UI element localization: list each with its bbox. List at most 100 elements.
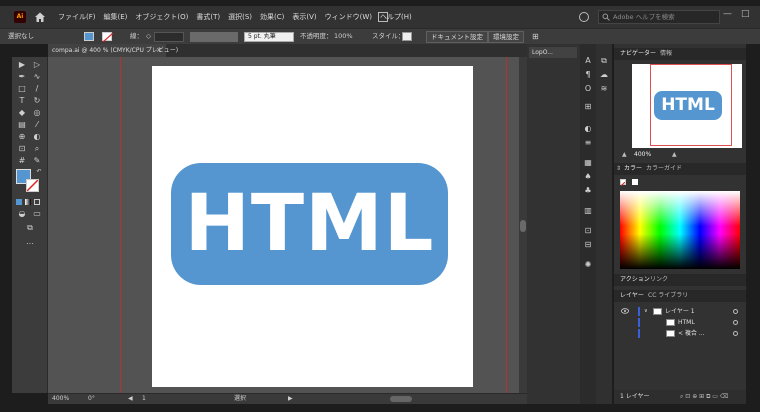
- artboard[interactable]: HTML: [152, 66, 473, 387]
- document-tab[interactable]: compa.ai @ 400 % (CMYK/CPU プレビュー): [48, 44, 178, 57]
- minimize-button[interactable]: —: [723, 9, 732, 19]
- layers-tab[interactable]: レイヤー: [620, 290, 644, 302]
- account-icon[interactable]: [579, 12, 589, 22]
- navigator-tab[interactable]: ナビゲーター: [620, 48, 656, 60]
- layers-footer-icons[interactable]: ⌕ ⊡ ⊕ ⊞ ⧉ ▭ ⌫: [680, 390, 728, 404]
- color-mode-icon[interactable]: [16, 199, 22, 205]
- swatches-panel-icon[interactable]: ▦: [583, 158, 593, 168]
- screen-mode-icon[interactable]: ▭: [32, 209, 42, 219]
- color-tab[interactable]: カラー: [624, 163, 642, 175]
- menu-edit[interactable]: 編集(E): [100, 6, 132, 28]
- layer-row[interactable]: ∨ レイヤー 1: [614, 306, 746, 317]
- blend-tool-icon[interactable]: ✎: [32, 156, 42, 166]
- menu-window[interactable]: ウィンドウ(W): [321, 6, 376, 28]
- artboard-tool-icon[interactable]: ⊡: [17, 144, 27, 154]
- artboard-number[interactable]: 1: [142, 394, 146, 404]
- horizontal-scroll-thumb[interactable]: [390, 396, 412, 402]
- expand-chevron-icon[interactable]: ∨: [644, 306, 648, 317]
- gradient-mode-icon[interactable]: [25, 199, 31, 205]
- variable-width-dropdown[interactable]: [190, 32, 238, 42]
- html-logo-shape[interactable]: HTML: [171, 163, 448, 285]
- gradient-tool-icon[interactable]: ▤: [17, 120, 27, 130]
- shape-builder-tool-icon[interactable]: ⊕: [17, 132, 27, 142]
- navigator-zoom-value[interactable]: 400%: [634, 150, 651, 160]
- actions-tab[interactable]: アクション: [620, 274, 650, 286]
- maximize-button[interactable]: □: [741, 9, 750, 19]
- color-guide-tab[interactable]: カラーガイド: [646, 163, 682, 175]
- color-white-swatch[interactable]: [632, 179, 638, 185]
- type-tool-icon[interactable]: T: [17, 96, 27, 106]
- panel-collapse-icon[interactable]: ⇕: [616, 163, 621, 175]
- color-none-swatch[interactable]: [620, 179, 626, 187]
- document-settings-button[interactable]: ドキュメント設定: [426, 31, 488, 43]
- paragraph-panel-icon[interactable]: ¶: [583, 70, 593, 80]
- selection-tool-icon[interactable]: ▶: [17, 60, 27, 70]
- paintbrush-tool-icon[interactable]: /: [32, 84, 42, 94]
- stroke-swatch[interactable]: [102, 32, 114, 43]
- opacity-value[interactable]: 100%: [334, 29, 353, 44]
- libraries-tab[interactable]: CC ライブラリ: [648, 290, 688, 302]
- canvas[interactable]: HTML: [48, 57, 519, 393]
- pen-tool-icon[interactable]: ✒: [17, 72, 27, 82]
- adjust-panel-icon[interactable]: ≋: [599, 84, 609, 94]
- target-circle-icon[interactable]: [733, 309, 738, 314]
- curvature-tool-icon[interactable]: ∿: [32, 72, 42, 82]
- menu-type[interactable]: 書式(T): [192, 6, 224, 28]
- status-arrow-icon[interactable]: ▶: [288, 394, 293, 404]
- transform-panel-icon[interactable]: ⊞: [583, 102, 593, 112]
- libraries-panel-icon[interactable]: ☁: [599, 70, 609, 80]
- none-mode-icon[interactable]: [34, 199, 40, 205]
- preferences-button[interactable]: 環境設定: [488, 31, 524, 43]
- links-tab[interactable]: リンク: [650, 274, 668, 286]
- layer-row[interactable]: HTML: [614, 317, 746, 328]
- character-panel-icon[interactable]: A: [583, 56, 593, 66]
- menu-effect[interactable]: 効果(C): [256, 6, 288, 28]
- fill-swatch[interactable]: [84, 32, 94, 41]
- more-tools-icon[interactable]: …: [25, 237, 35, 247]
- gradient-panel-icon[interactable]: ▥: [583, 206, 593, 216]
- eyedropper-tool-icon[interactable]: ⁄: [32, 120, 42, 130]
- artboards-panel-icon[interactable]: ⊡: [583, 226, 593, 236]
- swap-colors-icon[interactable]: ↶: [34, 167, 44, 177]
- live-paint-tool-icon[interactable]: ◐: [32, 132, 42, 142]
- direct-selection-tool-icon[interactable]: ▷: [32, 60, 42, 70]
- symbols-panel-icon[interactable]: ♣: [583, 186, 593, 196]
- layer-row[interactable]: < 複合 ...: [614, 328, 746, 339]
- change-screen-mode-icon[interactable]: ⧉: [25, 223, 35, 233]
- menu-select[interactable]: 選択(S): [224, 6, 256, 28]
- properties-panel-icon[interactable]: ⧉: [599, 56, 609, 66]
- brushes-panel-icon[interactable]: ♠: [583, 172, 593, 182]
- appearance-panel-icon[interactable]: ◐: [583, 124, 593, 134]
- workspace-switcher-icon[interactable]: [378, 12, 388, 22]
- stroke-stepper[interactable]: ◇: [146, 29, 151, 44]
- target-circle-icon[interactable]: [733, 331, 738, 336]
- stroke-panel-icon[interactable]: ≡: [583, 138, 593, 148]
- lopo-panel-tab[interactable]: LopO...: [529, 47, 577, 58]
- info-tab[interactable]: 情報: [660, 48, 672, 60]
- draw-mode-icon[interactable]: ◒: [17, 209, 27, 219]
- rotate-tool-icon[interactable]: ↻: [32, 96, 42, 106]
- color-spectrum[interactable]: [620, 191, 740, 269]
- menu-file[interactable]: ファイル(F): [54, 6, 100, 28]
- zoom-in-icon[interactable]: ▲: [672, 150, 677, 160]
- zoom-tool-icon[interactable]: ⌕: [32, 144, 42, 154]
- rectangle-tool-icon[interactable]: □: [17, 84, 27, 94]
- style-swatch[interactable]: [402, 32, 412, 41]
- brush-dropdown[interactable]: 5 pt. 丸筆: [244, 32, 294, 42]
- zoom-out-icon[interactable]: ▲: [622, 150, 627, 160]
- navigator-preview[interactable]: HTML: [632, 64, 742, 148]
- artboard-nav-prev[interactable]: ◀: [128, 394, 133, 404]
- eraser-tool-icon[interactable]: ◆: [17, 108, 27, 118]
- close-tab-icon[interactable]: ×: [156, 44, 162, 57]
- color-themes-panel-icon[interactable]: ✺: [583, 260, 593, 270]
- arrange-documents-icon[interactable]: ⊞: [532, 29, 539, 44]
- stroke-color-box[interactable]: [26, 179, 39, 192]
- zoom-level[interactable]: 400%: [52, 394, 69, 404]
- home-icon[interactable]: [33, 10, 47, 24]
- stroke-weight-dropdown[interactable]: [154, 32, 184, 42]
- menu-view[interactable]: 表示(V): [288, 6, 320, 28]
- rotation-value[interactable]: 0°: [88, 394, 95, 404]
- menu-object[interactable]: オブジェクト(O): [131, 6, 192, 28]
- target-circle-icon[interactable]: [733, 320, 738, 325]
- vertical-scrollbar[interactable]: [519, 57, 527, 393]
